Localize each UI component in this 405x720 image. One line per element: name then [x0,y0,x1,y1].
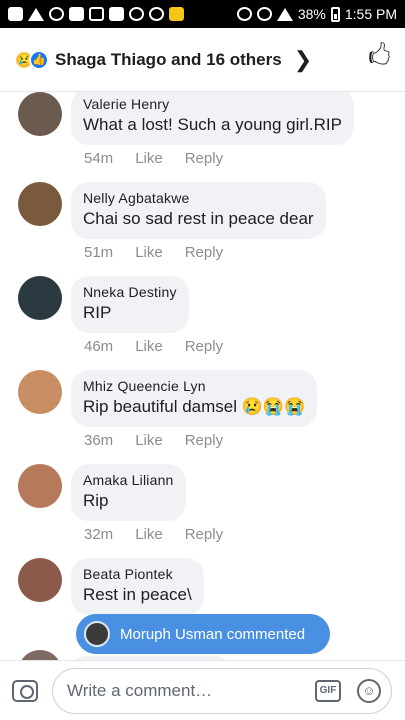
commenter-name[interactable]: Nneka Destiny [83,284,177,300]
camera-app-icon [69,7,84,21]
whatsapp-icon [129,7,144,21]
avatar[interactable] [18,558,62,602]
reaction-icons: 😢 👍 [14,49,49,70]
like-link[interactable]: Like [135,150,163,167]
reactions-summary[interactable]: Shaga Thiago and 16 others [55,50,282,70]
comment-time: 46m [84,338,114,355]
comment-item: Mhiz Queencie Lyn Rip beautiful damsel 😢… [0,370,405,464]
comment-actions: 46m Like Reply [84,338,223,355]
phone-missed-icon [149,7,164,21]
reply-link[interactable]: Reply [185,338,223,355]
like-button[interactable]: 🖒 [368,39,391,80]
status-icons-left [8,7,184,21]
comment-time: 54m [84,150,114,167]
messenger-icon [89,7,104,21]
comment-text: Rest in peace\ [83,585,192,604]
comment-item: Nneka Destiny RIP 46m Like Reply [0,276,405,370]
comment-time: 36m [84,432,114,449]
comment-actions: 54m Like Reply [84,150,223,167]
reply-link[interactable]: Reply [185,150,223,167]
notification-icon [169,7,184,21]
toast-text: Moruph Usman commented [120,625,306,643]
comment-input-box[interactable]: GIF ☺ [52,667,392,714]
reply-link[interactable]: Reply [185,432,223,449]
comment-text: What a lost! Such a young girl.RIP [83,115,342,134]
comment-time: 51m [84,244,114,261]
like-link[interactable]: Like [135,432,163,449]
like-reaction-icon: 👍 [29,49,49,70]
commenter-name[interactable]: Mhiz Queencie Lyn [83,378,305,394]
commenter-name[interactable]: Valerie Henry [83,96,342,112]
battery-icon [330,6,340,22]
comment-input[interactable] [67,680,287,701]
status-bar: 38% 1:55 PM [0,0,405,28]
comment-text: RIP [83,303,112,322]
mail-icon [8,7,23,21]
like-link[interactable]: Like [135,526,163,543]
avatar[interactable] [18,92,62,136]
camera-icon[interactable] [12,679,38,702]
avatar[interactable] [18,370,62,414]
smiley-icon[interactable]: ☺ [357,678,381,703]
bluetooth-icon [236,7,252,21]
comment-time: 32m [84,526,114,543]
comment-bubble[interactable]: Valerie Henry What a lost! Such a young … [71,92,354,145]
alarm-icon [256,7,272,21]
like-link[interactable]: Like [135,244,163,261]
avatar[interactable] [18,464,62,508]
avatar[interactable] [18,276,62,320]
reply-link[interactable]: Reply [185,244,223,261]
signal-icon [276,7,293,21]
s-app-icon [49,7,64,21]
avatar[interactable] [18,650,62,660]
commenter-name[interactable]: Amaka Liliann [83,472,174,488]
comment-bubble[interactable]: Mhiz Queencie Lyn Rip beautiful damsel 😢… [71,370,318,427]
comment-text: Rip [83,491,109,510]
wifi-icon [28,7,44,21]
comment-actions: 51m Like Reply [84,244,223,261]
commenter-name[interactable]: Beata Piontek [83,566,192,582]
chevron-right-icon[interactable]: ❯ [294,47,312,73]
clock: 1:55 PM [344,6,397,22]
comment-actions: 32m Like Reply [84,526,223,543]
comment-item: Valerie Henry What a lost! Such a young … [0,92,405,186]
status-icons-right: 38% 1:55 PM [236,6,397,22]
gif-icon[interactable]: GIF [315,679,341,702]
gallery-icon [109,7,124,21]
comment-text: Rip beautiful damsel 😢😭😭 [83,397,306,416]
avatar [84,621,110,647]
comment-bubble[interactable]: Amaka Liliann Rip [71,464,186,521]
avatar[interactable] [18,182,62,226]
like-link[interactable]: Like [135,338,163,355]
comment-list[interactable]: Valerie Henry What a lost! Such a young … [0,92,405,660]
reactions-header[interactable]: 😢 👍 Shaga Thiago and 16 others ❯ 🖒 [0,28,405,92]
comment-bubble[interactable]: Beata Piontek Rest in peace\ [71,558,204,615]
commenter-name[interactable]: Nelly Agbatakwe [83,190,314,206]
comment-composer: GIF ☺ [0,660,405,720]
comment-item: Amaka Liliann Rip 32m Like Reply [0,464,405,558]
new-comment-toast[interactable]: Moruph Usman commented [76,614,330,654]
comment-item: Nelly Agbatakwe Chai so sad rest in peac… [0,182,405,276]
comment-bubble[interactable]: Nneka Destiny RIP [71,276,189,333]
comment-text: Chai so sad rest in peace dear [83,209,314,228]
comment-bubble[interactable]: Nelly Agbatakwe Chai so sad rest in peac… [71,182,326,239]
battery-percent: 38% [297,6,326,22]
reply-link[interactable]: Reply [185,526,223,543]
comment-actions: 36m Like Reply [84,432,223,449]
